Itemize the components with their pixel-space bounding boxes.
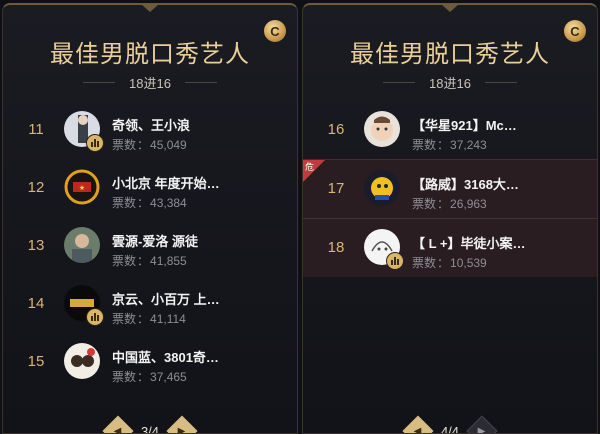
artist-name: 【 L +】毕徒小案…	[412, 236, 526, 251]
divider	[484, 82, 517, 83]
rank-number: 17	[327, 180, 345, 197]
list-item[interactable]: 16 【华星921】Mc… 票数：37,243	[303, 101, 597, 159]
round-label: 18进16	[3, 73, 297, 92]
vote-count: 票数：37,243	[412, 138, 487, 152]
vote-count: 票数：26,963	[412, 197, 487, 211]
chevron-left-icon: ◀	[114, 425, 122, 434]
artist-name: 小北京 年度开始…	[112, 176, 220, 191]
rank-number: 18	[327, 239, 345, 256]
pagination: ◀ 4/4 ▶	[395, 415, 505, 434]
page-indicator: 4/4	[440, 423, 460, 434]
vote-count: 票数：41,114	[112, 312, 186, 326]
bar-chart-icon	[386, 252, 404, 270]
round-label: 18进16	[303, 73, 597, 92]
list-item[interactable]: 14 京云、小百万 上… 票数：41,114	[3, 275, 297, 333]
avatar[interactable]	[64, 343, 100, 379]
bar-chart-icon	[86, 134, 104, 152]
chevron-left-icon: ◀	[414, 425, 422, 434]
divider	[383, 82, 416, 83]
avatar[interactable]	[364, 111, 400, 147]
vote-count: 票数：10,539	[412, 256, 487, 270]
svg-text:★: ★	[79, 184, 85, 192]
ranking-list: 16 【华星921】Mc… 票数：37,243 危 17 【路威】3168大… …	[303, 101, 597, 277]
vote-count: 票数：43,384	[112, 196, 187, 210]
artist-name: 奇领、王小浪	[112, 118, 191, 133]
avatar[interactable]: ★	[64, 169, 100, 205]
rank-number: 15	[27, 353, 45, 370]
avatar[interactable]	[364, 170, 400, 206]
vote-count: 票数：37,465	[112, 370, 187, 384]
list-item-danger[interactable]: 18 【 L +】毕徒小案… 票数：10,539	[303, 218, 597, 277]
top-notch	[441, 5, 459, 12]
prev-page-button[interactable]: ◀	[402, 415, 434, 434]
rank-number: 13	[27, 237, 45, 254]
next-page-button-disabled[interactable]: ▶	[466, 415, 498, 434]
ranking-panel-page-3: C 最佳男脱口秀艺人 18进16 11 奇领、王小浪 票数：45,049 12 …	[2, 3, 298, 434]
chevron-right-icon: ▶	[478, 425, 486, 434]
list-item[interactable]: 13 雲源-爱洛 源徒 票数：41,855	[3, 217, 297, 275]
vote-count: 票数：45,049	[112, 138, 187, 152]
danger-flag: 危	[303, 160, 325, 182]
avatar[interactable]	[64, 227, 100, 263]
next-page-button[interactable]: ▶	[166, 415, 198, 434]
ranking-panel-page-4: C 最佳男脱口秀艺人 18进16 16 【华星921】Mc… 票数：37,243…	[302, 3, 598, 434]
bar-chart-icon	[86, 308, 104, 326]
panel-title: 最佳男脱口秀艺人	[50, 40, 250, 68]
artist-name: 【路威】3168大…	[412, 177, 519, 192]
list-item[interactable]: 11 奇领、王小浪 票数：45,049	[3, 101, 297, 159]
prev-page-button[interactable]: ◀	[102, 415, 134, 434]
divider	[83, 82, 116, 83]
page-indicator: 3/4	[140, 423, 160, 434]
rank-number: 12	[27, 179, 45, 196]
top-notch	[141, 5, 159, 12]
artist-name: 中国蓝、3801奇…	[112, 350, 219, 365]
rank-number: 14	[27, 295, 45, 312]
ranking-list: 11 奇领、王小浪 票数：45,049 12 ★ 小北京 年度开始… 票数：43…	[3, 101, 297, 391]
artist-name: 京云、小百万 上…	[112, 292, 220, 307]
panel-title: 最佳男脱口秀艺人	[350, 40, 550, 68]
divider	[184, 82, 217, 83]
rank-number: 11	[28, 121, 44, 138]
rank-number: 16	[327, 121, 345, 138]
artist-name: 【华星921】Mc…	[412, 118, 517, 133]
pagination: ◀ 3/4 ▶	[95, 415, 205, 434]
list-item[interactable]: 12 ★ 小北京 年度开始… 票数：43,384	[3, 159, 297, 217]
chevron-right-icon: ▶	[178, 425, 186, 434]
list-item[interactable]: 15 中国蓝、3801奇… 票数：37,465	[3, 333, 297, 391]
list-item-danger[interactable]: 危 17 【路威】3168大… 票数：26,963	[303, 159, 597, 218]
artist-name: 雲源-爱洛 源徒	[112, 234, 198, 249]
vote-count: 票数：41,855	[112, 254, 187, 268]
